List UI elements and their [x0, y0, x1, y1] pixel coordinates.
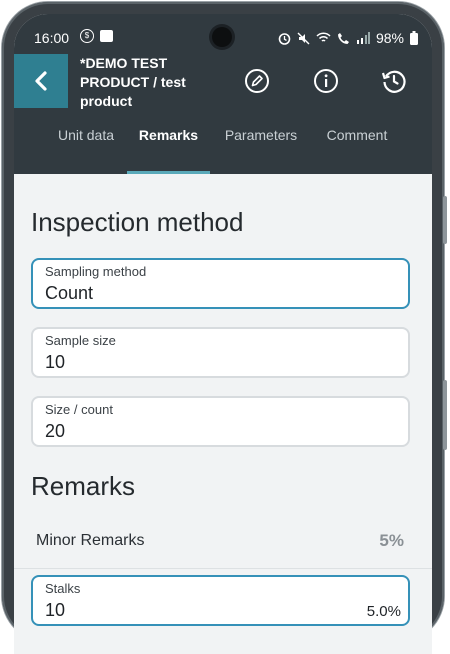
battery-icon [410, 31, 418, 45]
field-value: 20 [45, 421, 66, 441]
currency-icon: $ [80, 29, 94, 43]
tab-label: Parameters [224, 127, 298, 143]
field-value: 10 [45, 352, 66, 372]
remarks-content: Inspection method Sampling method Count … [14, 174, 432, 654]
size-count-field[interactable]: Size / count 20 [31, 396, 410, 447]
phone-side-button [443, 380, 447, 450]
camera-cutout [212, 27, 232, 47]
phone-side-button [443, 196, 447, 244]
tab-parameters[interactable]: Parameters [217, 124, 305, 174]
back-button[interactable] [14, 54, 68, 108]
pencil-icon [245, 69, 269, 93]
mute-icon [297, 32, 310, 44]
history-icon [381, 70, 406, 93]
tab-label: Remarks [138, 127, 199, 143]
battery-percent: 98% [375, 30, 404, 46]
field-value: 10 [45, 600, 66, 620]
page-title: *DEMO TEST PRODUCT / test product [80, 55, 186, 109]
field-label: Sampling method [45, 264, 147, 279]
back-arrow-icon [35, 71, 47, 91]
tab-comment[interactable]: Comment [316, 124, 398, 174]
info-button[interactable] [313, 68, 339, 94]
field-label: Sample size [45, 333, 116, 348]
edit-button[interactable] [244, 68, 270, 94]
sampling-method-field[interactable]: Sampling method Count [31, 258, 410, 309]
tab-remarks[interactable]: Remarks [127, 124, 210, 174]
tab-bar: Unit data Remarks Parameters Comment [14, 124, 432, 174]
minor-remarks-row: Minor Remarks 5% [14, 516, 432, 569]
image-icon [100, 30, 113, 42]
tab-unit-data[interactable]: Unit data [42, 124, 130, 174]
alarm-icon [278, 32, 291, 45]
status-time: 16:00 [34, 30, 70, 46]
sample-size-field[interactable]: Sample size 10 [31, 327, 410, 378]
field-label: Stalks [45, 581, 81, 596]
tab-label: Comment [326, 127, 388, 143]
stalks-field[interactable]: Stalks 10 5.0% [31, 575, 410, 626]
field-label: Size / count [45, 402, 113, 417]
phone-screen: 16:00 $ 98% *DEMO TEST PRODUCT / test pr… [14, 14, 432, 654]
stalks-percent: 5.0% [366, 603, 401, 620]
wifi-icon [316, 32, 331, 42]
call-icon [337, 32, 349, 44]
app-header: 16:00 $ 98% *DEMO TEST PRODUCT / test pr… [14, 14, 432, 174]
remarks-heading: Remarks [31, 471, 136, 501]
info-icon [314, 69, 338, 93]
signal-icon [356, 32, 370, 44]
field-value: Count [45, 283, 94, 303]
status-bar: 16:00 $ 98% [14, 14, 432, 58]
tab-label: Unit data [57, 127, 115, 143]
minor-remarks-percent: 5% [379, 531, 404, 550]
status-icons: 98% [278, 30, 418, 46]
history-button[interactable] [381, 68, 407, 94]
inspection-method-heading: Inspection method [31, 207, 244, 237]
minor-remarks-label: Minor Remarks [36, 532, 145, 549]
